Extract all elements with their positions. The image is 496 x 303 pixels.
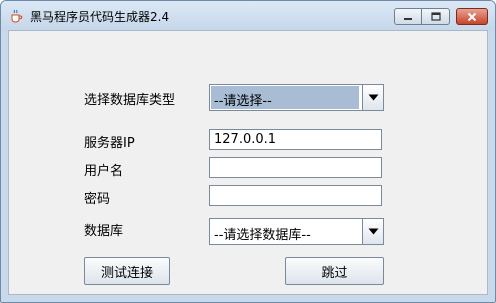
db-type-label: 选择数据库类型 <box>84 93 176 108</box>
database-select[interactable]: --请选择数据库-- <box>209 218 384 245</box>
maximize-button[interactable] <box>422 8 450 25</box>
window-title: 黑马程序员代码生成器2.4 <box>30 10 170 24</box>
db-type-select-value: --请选择-- <box>214 94 272 109</box>
app-window: 黑马程序员代码生成器2.4 选择数据库类型 --请选择-- 服务器IP 127.… <box>0 0 496 303</box>
close-icon <box>467 12 477 21</box>
maximize-icon <box>430 12 441 21</box>
minimize-button[interactable] <box>394 8 422 25</box>
minimize-icon <box>404 17 412 20</box>
form-panel: 选择数据库类型 --请选择-- 服务器IP 用户名 密码 数据库 --请选择数据… <box>8 30 488 295</box>
test-connection-button[interactable]: 测试连接 <box>84 257 170 285</box>
database-select-value: --请选择数据库-- <box>214 228 311 243</box>
java-coffee-icon <box>11 9 23 23</box>
server-ip-field[interactable] <box>209 129 382 150</box>
database-label: 数据库 <box>84 224 124 239</box>
chevron-down-icon <box>368 94 378 101</box>
password-field[interactable] <box>209 185 382 206</box>
title-bar[interactable]: 黑马程序员代码生成器2.4 <box>1 1 495 30</box>
username-field[interactable] <box>209 157 382 178</box>
database-dropdown-button[interactable] <box>362 219 383 244</box>
db-type-dropdown-button[interactable] <box>362 85 383 110</box>
server-ip-label: 服务器IP <box>84 136 135 151</box>
skip-button[interactable]: 跳过 <box>285 257 384 285</box>
username-label: 用户名 <box>84 164 124 179</box>
password-label: 密码 <box>84 192 111 207</box>
close-button[interactable] <box>456 8 488 25</box>
chevron-down-icon <box>368 228 378 235</box>
db-type-select[interactable]: --请选择-- <box>209 84 384 111</box>
